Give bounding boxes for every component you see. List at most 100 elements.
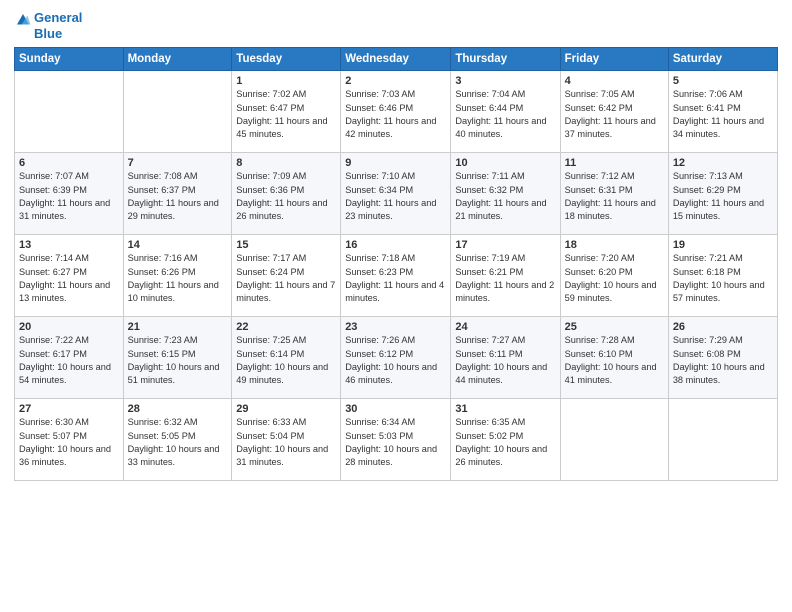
day-info-line: Sunset: 5:02 PM	[455, 431, 523, 441]
day-number: 21	[128, 321, 228, 333]
day-info-line: Sunset: 5:03 PM	[345, 431, 413, 441]
day-info: Sunrise: 7:12 AMSunset: 6:31 PMDaylight:…	[565, 170, 664, 223]
calendar-row: 20Sunrise: 7:22 AMSunset: 6:17 PMDayligh…	[15, 317, 778, 399]
day-number: 28	[128, 403, 228, 415]
day-info: Sunrise: 7:26 AMSunset: 6:12 PMDaylight:…	[345, 334, 446, 387]
day-number: 14	[128, 239, 228, 251]
day-info-line: Sunset: 6:36 PM	[236, 185, 304, 195]
day-info-line: Sunrise: 7:25 AM	[236, 335, 306, 345]
day-info-line: Sunrise: 7:16 AM	[128, 253, 198, 263]
day-number: 24	[455, 321, 555, 333]
day-info-line: Sunrise: 7:10 AM	[345, 171, 415, 181]
day-info-line: Sunrise: 7:05 AM	[565, 89, 635, 99]
day-info-line: Sunrise: 7:23 AM	[128, 335, 198, 345]
calendar-cell: 11Sunrise: 7:12 AMSunset: 6:31 PMDayligh…	[560, 153, 668, 235]
day-number: 2	[345, 75, 446, 87]
day-number: 20	[19, 321, 119, 333]
calendar-cell	[15, 71, 124, 153]
day-info-line: Sunset: 5:05 PM	[128, 431, 196, 441]
day-info-line: Daylight: 11 hours and 15 minutes.	[673, 198, 764, 221]
day-info-line: Daylight: 11 hours and 10 minutes.	[128, 280, 219, 303]
calendar-cell: 14 Sunrise: 7:16 AM Sunset: 6:26 PM Dayligh…	[123, 235, 232, 317]
day-number: 31	[455, 403, 555, 415]
day-number: 19	[673, 239, 773, 251]
day-info-line: Daylight: 10 hours and 41 minutes.	[565, 362, 657, 385]
day-info-line: Daylight: 11 hours and 31 minutes.	[19, 198, 110, 221]
day-info-line: Sunset: 6:11 PM	[455, 349, 522, 359]
day-info-line: Sunrise: 7:09 AM	[236, 171, 306, 181]
calendar-cell: 24Sunrise: 7:27 AMSunset: 6:11 PMDayligh…	[451, 317, 560, 399]
day-info-line: Daylight: 11 hours and 45 minutes.	[236, 116, 327, 139]
day-info: Sunrise: 7:25 AMSunset: 6:14 PMDaylight:…	[236, 334, 336, 387]
day-info-line: Daylight: 11 hours and 26 minutes.	[236, 198, 327, 221]
day-info-line: Daylight: 11 hours and 18 minutes.	[565, 198, 656, 221]
day-info-line: Sunset: 5:07 PM	[19, 431, 87, 441]
day-number: 29	[236, 403, 336, 415]
day-info: Sunrise: 7:08 AMSunset: 6:37 PMDaylight:…	[128, 170, 228, 223]
day-info-line: Daylight: 11 hours and 29 minutes.	[128, 198, 219, 221]
day-number: 6	[19, 157, 119, 169]
day-info-line: Daylight: 11 hours and 37 minutes.	[565, 116, 656, 139]
weekday-header-thursday: Thursday	[451, 48, 560, 71]
day-info-line: Daylight: 10 hours and 26 minutes.	[455, 444, 547, 467]
day-info-line: Sunrise: 7:22 AM	[19, 335, 89, 345]
day-info-line: Daylight: 11 hours and 23 minutes.	[345, 198, 436, 221]
day-info-line: Daylight: 11 hours and 40 minutes.	[455, 116, 546, 139]
day-info-line: Sunrise: 7:29 AM	[673, 335, 743, 345]
day-number: 9	[345, 157, 446, 169]
day-info: Sunrise: 7:27 AMSunset: 6:11 PMDaylight:…	[455, 334, 555, 387]
day-info-line: Sunrise: 7:11 AM	[455, 171, 524, 181]
day-info-line: Sunrise: 7:14 AM	[19, 253, 89, 263]
day-info: Sunrise: 7:29 AMSunset: 6:08 PMDaylight:…	[673, 334, 773, 387]
day-info-line: Sunrise: 6:34 AM	[345, 417, 415, 427]
calendar-cell: 4Sunrise: 7:05 AMSunset: 6:42 PMDaylight…	[560, 71, 668, 153]
day-info-line: Sunrise: 7:07 AM	[19, 171, 89, 181]
day-number: 26	[673, 321, 773, 333]
calendar-cell: 5Sunrise: 7:06 AMSunset: 6:41 PMDaylight…	[668, 71, 777, 153]
day-info: Sunrise: 7:20 AMSunset: 6:20 PMDaylight:…	[565, 252, 664, 305]
weekday-header-row: SundayMondayTuesdayWednesdayThursdayFrid…	[15, 48, 778, 71]
calendar-row: 6Sunrise: 7:07 AMSunset: 6:39 PMDaylight…	[15, 153, 778, 235]
day-info-line: Sunset: 6:21 PM	[455, 267, 523, 277]
day-info-line: Daylight: 10 hours and 49 minutes.	[236, 362, 328, 385]
day-info: Sunrise: 7:16 AM Sunset: 6:26 PM Daylight:…	[128, 252, 228, 305]
day-info: Sunrise: 6:34 AMSunset: 5:03 PMDaylight:…	[345, 416, 446, 469]
day-info-line: Sunrise: 7:19 AM	[455, 253, 525, 263]
weekday-header-sunday: Sunday	[15, 48, 124, 71]
day-number: 30	[345, 403, 446, 415]
day-info-line: Sunrise: 7:26 AM	[345, 335, 415, 345]
day-info-line: Daylight: 10 hours and 33 minutes.	[128, 444, 220, 467]
day-info-line: Sunrise: 7:21 AM	[673, 253, 743, 263]
calendar-cell: 7Sunrise: 7:08 AMSunset: 6:37 PMDaylight…	[123, 153, 232, 235]
day-info-line: Sunset: 6:29 PM	[673, 185, 741, 195]
day-number: 4	[565, 75, 664, 87]
day-info-line: Sunrise: 7:06 AM	[673, 89, 743, 99]
day-info: Sunrise: 7:09 AM Sunset: 6:36 PM Daylight:…	[236, 170, 336, 223]
day-info-line: Sunset: 6:27 PM	[19, 267, 87, 277]
calendar-cell: 8Sunrise: 7:09 AMSunset: 6:36 PMDaylight…	[232, 153, 341, 235]
day-info: Sunrise: 7:22 AMSunset: 6:17 PMDaylight:…	[19, 334, 119, 387]
calendar-cell	[560, 399, 668, 481]
day-info: Sunrise: 7:03 AMSunset: 6:46 PMDaylight:…	[345, 88, 446, 141]
day-number: 17	[455, 239, 555, 251]
calendar-cell: 21Sunrise: 7:23 AMSunset: 6:15 PMDayligh…	[123, 317, 232, 399]
day-info-line: Sunset: 6:15 PM	[128, 349, 196, 359]
day-number: 22	[236, 321, 336, 333]
day-info: Sunrise: 7:28 AMSunset: 6:10 PMDaylight:…	[565, 334, 664, 387]
calendar-cell: 26Sunrise: 7:29 AMSunset: 6:08 PMDayligh…	[668, 317, 777, 399]
calendar-cell: 19Sunrise: 7:21 AMSunset: 6:18 PMDayligh…	[668, 235, 777, 317]
day-info-line: Daylight: 10 hours and 44 minutes.	[455, 362, 547, 385]
day-info-line: Daylight: 11 hours and 42 minutes.	[345, 116, 436, 139]
page: General Blue SundayMondayTuesdayWednesda…	[0, 0, 792, 612]
calendar-cell: 3Sunrise: 7:04 AMSunset: 6:44 PMDaylight…	[451, 71, 560, 153]
day-info-line: Sunset: 6:26 PM	[128, 267, 196, 277]
calendar-cell: 22Sunrise: 7:25 AMSunset: 6:14 PMDayligh…	[232, 317, 341, 399]
day-info: Sunrise: 6:30 AMSunset: 5:07 PMDaylight:…	[19, 416, 119, 469]
day-info: Sunrise: 7:23 AMSunset: 6:15 PMDaylight:…	[128, 334, 228, 387]
day-info-line: Sunrise: 6:35 AM	[455, 417, 525, 427]
day-info-line: Sunset: 6:18 PM	[673, 267, 741, 277]
logo-icon	[14, 11, 32, 29]
calendar-cell	[668, 399, 777, 481]
weekday-header-monday: Monday	[123, 48, 232, 71]
logo: General Blue	[14, 10, 82, 41]
